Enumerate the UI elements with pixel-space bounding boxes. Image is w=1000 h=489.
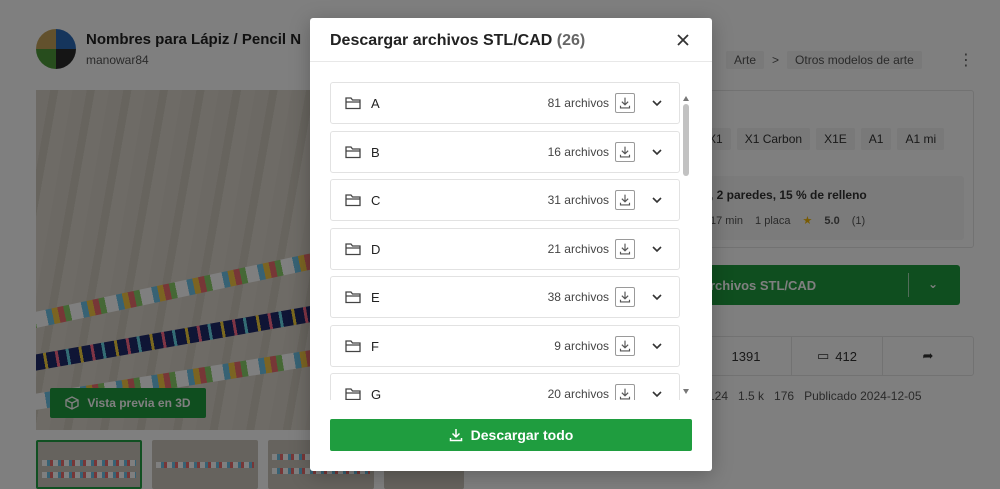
- download-icon: [449, 429, 462, 442]
- folder-row[interactable]: D 21 archivos: [330, 227, 680, 270]
- modal-file-count: (26): [556, 32, 586, 49]
- folder-icon: [345, 388, 361, 400]
- download-icon[interactable]: [615, 238, 635, 259]
- folder-name: D: [371, 241, 381, 257]
- folder-list: A 81 archivos B 16 archivos C 31 archivos D 21 …: [330, 82, 680, 400]
- scroll-down-arrow[interactable]: [683, 389, 689, 394]
- close-icon[interactable]: [674, 31, 692, 49]
- folder-file-count: 81 archivos: [547, 96, 609, 110]
- download-modal: Descargar archivos STL/CAD (26) A 81 arch…: [310, 18, 712, 471]
- download-all-label: Descargar todo: [470, 427, 574, 443]
- scrollbar-thumb[interactable]: [683, 104, 689, 176]
- folder-name: G: [371, 387, 382, 400]
- folder-file-count: 31 archivos: [547, 193, 609, 207]
- folder-file-count: 21 archivos: [547, 241, 609, 256]
- folder-icon: [345, 339, 361, 352]
- folder-icon: [345, 291, 361, 304]
- folder-file-count: 20 archivos: [547, 387, 609, 400]
- folder-file-count: 16 archivos: [547, 144, 609, 159]
- download-icon[interactable]: [615, 384, 635, 400]
- folder-icon: [345, 145, 361, 158]
- chevron-down-icon[interactable]: [651, 340, 663, 352]
- modal-title-text: Descargar archivos STL/CAD: [330, 32, 553, 49]
- folder-name: C: [371, 193, 381, 208]
- folder-icon: [345, 242, 361, 255]
- download-icon[interactable]: [615, 335, 635, 356]
- folder-row[interactable]: F 9 archivos: [330, 324, 680, 367]
- chevron-down-icon[interactable]: [651, 97, 663, 109]
- folder-name: E: [371, 290, 380, 305]
- chevron-down-icon[interactable]: [651, 194, 663, 206]
- scrollbar[interactable]: [682, 96, 690, 394]
- folder-icon: [345, 194, 361, 207]
- chevron-down-icon[interactable]: [651, 146, 663, 158]
- folder-name: F: [371, 338, 379, 354]
- folder-row[interactable]: C 31 archivos: [330, 179, 680, 221]
- folder-name: B: [371, 144, 380, 160]
- folder-row[interactable]: G 20 archivos: [330, 373, 680, 400]
- download-icon[interactable]: [615, 287, 635, 307]
- modal-header: Descargar archivos STL/CAD (26): [310, 18, 712, 62]
- download-all-button[interactable]: Descargar todo: [330, 419, 692, 451]
- chevron-down-icon[interactable]: [651, 291, 663, 303]
- modal-title: Descargar archivos STL/CAD (26): [330, 32, 585, 50]
- folder-row[interactable]: B 16 archivos: [330, 130, 680, 173]
- folder-row[interactable]: A 81 archivos: [330, 82, 680, 124]
- download-icon[interactable]: [615, 190, 635, 210]
- chevron-down-icon[interactable]: [651, 388, 663, 400]
- folder-name: A: [371, 96, 380, 111]
- folder-row[interactable]: E 38 archivos: [330, 276, 680, 318]
- folder-file-count: 38 archivos: [547, 290, 609, 304]
- folder-file-count: 9 archivos: [554, 338, 609, 353]
- chevron-down-icon[interactable]: [651, 243, 663, 255]
- folder-icon: [345, 97, 361, 110]
- download-icon[interactable]: [615, 93, 635, 113]
- scroll-up-arrow[interactable]: [683, 96, 689, 101]
- download-icon[interactable]: [615, 141, 635, 162]
